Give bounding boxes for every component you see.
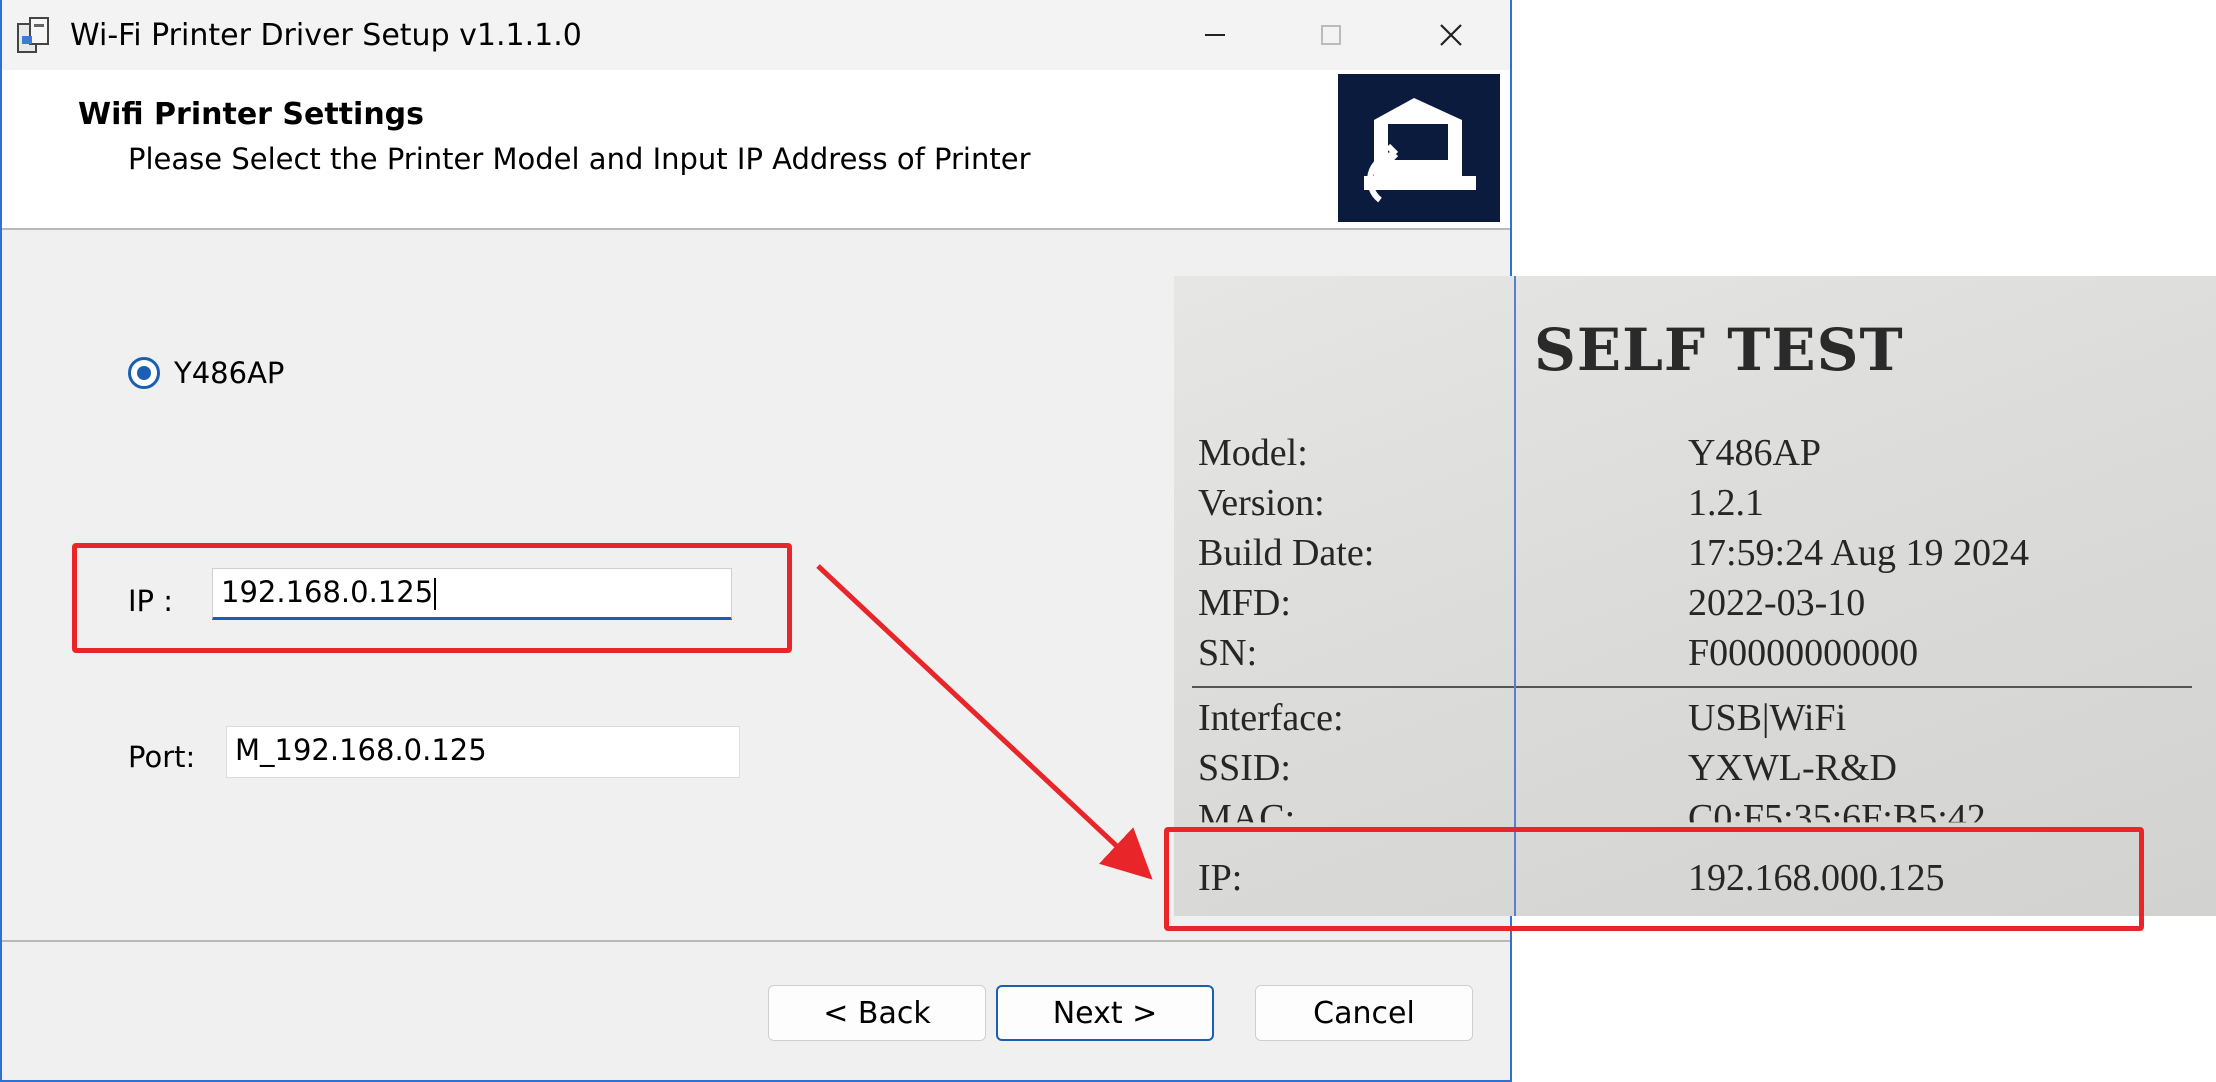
self-test-key: MFD: — [1198, 582, 1291, 624]
self-test-key: SSID: — [1198, 747, 1291, 789]
model-radio[interactable] — [128, 357, 160, 389]
port-label: Port: — [128, 740, 196, 774]
self-test-title: SELF TEST — [1534, 316, 1904, 384]
installer-app-icon — [17, 17, 49, 53]
self-test-photo: SELF TEST Model: Y486AP Version: 1.2.1 B… — [1174, 276, 2216, 916]
self-test-key: Version: — [1198, 482, 1325, 524]
self-test-value: Y486AP — [1688, 432, 1822, 474]
maximize-icon — [1321, 25, 1341, 45]
next-button[interactable]: Next > — [996, 985, 1214, 1041]
maximize-button[interactable] — [1302, 8, 1360, 62]
model-label: Y486AP — [174, 356, 285, 390]
cancel-button[interactable]: Cancel — [1255, 985, 1473, 1041]
ip-highlight-box — [72, 543, 792, 653]
self-test-key: SN: — [1198, 632, 1258, 674]
self-test-ip-highlight-box — [1164, 827, 2144, 931]
self-test-value: 17:59:24 Aug 19 2024 — [1688, 532, 2029, 574]
self-test-value: F00000000000 — [1688, 632, 1919, 674]
window-title: Wi-Fi Printer Driver Setup v1.1.1.0 — [70, 18, 582, 53]
title-bar: Wi-Fi Printer Driver Setup v1.1.1.0 — [2, 0, 1510, 70]
self-test-value: YXWL-R&D — [1688, 747, 1897, 789]
self-test-divider — [1192, 686, 2192, 688]
port-value: M_192.168.0.125 — [235, 733, 487, 767]
minimize-icon — [1205, 34, 1225, 36]
close-button[interactable] — [1422, 8, 1480, 62]
port-input[interactable]: M_192.168.0.125 — [226, 726, 740, 778]
self-test-key: Model: — [1198, 432, 1308, 474]
minimize-button[interactable] — [1186, 8, 1244, 62]
page-subtitle: Please Select the Printer Model and Inpu… — [128, 142, 1031, 176]
model-option-y486ap[interactable]: Y486AP — [128, 356, 284, 390]
back-button[interactable]: < Back — [768, 985, 986, 1041]
self-test-key: Build Date: — [1198, 532, 1375, 574]
footer-divider — [2, 940, 1510, 942]
window-edge-line — [1514, 276, 1516, 916]
self-test-key: Interface: — [1198, 697, 1344, 739]
self-test-value: 1.2.1 — [1688, 482, 1764, 524]
wizard-header: Wifi Printer Settings Please Select the … — [2, 70, 1510, 230]
printer-icon — [1338, 74, 1500, 222]
close-icon — [1440, 24, 1462, 46]
self-test-value: USB|WiFi — [1688, 697, 1847, 739]
page-title: Wifi Printer Settings — [78, 97, 425, 132]
self-test-value: 2022-03-10 — [1688, 582, 1866, 624]
